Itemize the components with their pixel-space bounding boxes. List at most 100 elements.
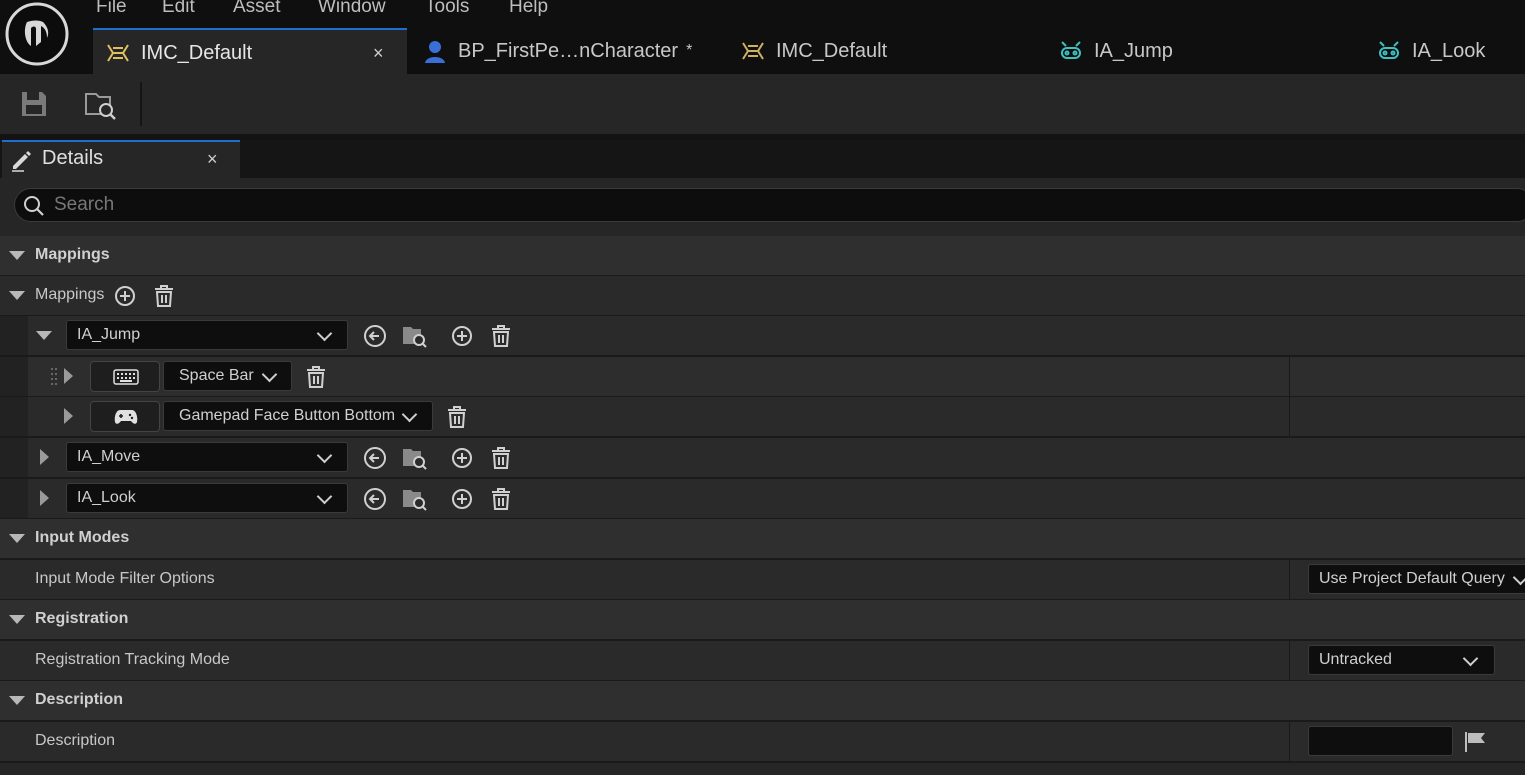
category-label: Mappings: [35, 246, 110, 263]
description-text-field[interactable]: [1308, 726, 1453, 756]
chevron-down-icon: [1512, 569, 1525, 586]
unreal-logo-icon[interactable]: [5, 2, 69, 66]
details-tab[interactable]: Details ×: [2, 140, 240, 180]
use-selected-icon[interactable]: [363, 487, 387, 511]
column-divider[interactable]: [1289, 641, 1290, 680]
expand-arrow-icon[interactable]: [40, 449, 49, 465]
menu-file[interactable]: File: [96, 0, 127, 18]
browse-asset-icon[interactable]: [401, 322, 429, 350]
category-description[interactable]: Description: [0, 681, 1525, 722]
collapse-arrow-icon[interactable]: [9, 251, 25, 260]
column-divider[interactable]: [1289, 357, 1290, 396]
collapse-arrow-icon[interactable]: [9, 696, 25, 705]
property-row-input-mode-filter: Input Mode Filter Options Use Project De…: [0, 560, 1525, 601]
use-selected-icon[interactable]: [363, 446, 387, 470]
keyboard-icon: [113, 369, 139, 385]
delete-icon[interactable]: [490, 447, 512, 469]
input-mapping-context-icon: [740, 38, 766, 64]
drag-handle-icon[interactable]: [50, 367, 58, 387]
key-dropdown[interactable]: Gamepad Face Button Bottom: [163, 401, 433, 431]
add-key-icon[interactable]: [451, 447, 473, 469]
tab-imc-default-active[interactable]: IMC_Default ×: [93, 28, 407, 76]
indent-bar: [0, 357, 28, 396]
search-placeholder: Search: [54, 194, 115, 215]
collapse-arrow-icon[interactable]: [9, 291, 25, 300]
mappings-array-label: Mappings: [35, 286, 105, 303]
property-label: Description: [35, 732, 116, 749]
category-label: Description: [35, 691, 124, 708]
category-registration[interactable]: Registration: [0, 600, 1525, 641]
key-dropdown[interactable]: Space Bar: [163, 361, 292, 391]
expand-arrow-icon[interactable]: [64, 368, 73, 384]
action-value: IA_Move: [77, 448, 141, 465]
column-divider[interactable]: [1289, 722, 1290, 761]
tracking-mode-dropdown[interactable]: Untracked: [1308, 645, 1495, 675]
browse-asset-icon[interactable]: [401, 485, 429, 513]
close-details-icon[interactable]: ×: [207, 149, 218, 170]
collapse-arrow-icon[interactable]: [9, 615, 25, 624]
indent-bar: [0, 316, 28, 355]
mappings-array-row: Mappings: [0, 276, 1525, 317]
browse-asset-icon[interactable]: [401, 444, 429, 472]
category-label: Input Modes: [35, 529, 130, 546]
property-row-description: Description: [0, 722, 1525, 763]
unsaved-indicator: *: [686, 42, 693, 59]
chevron-down-icon: [1462, 650, 1479, 667]
key-row-space-bar: Space Bar: [0, 357, 1525, 398]
key-selector-button[interactable]: [90, 401, 160, 432]
action-dropdown[interactable]: IA_Move: [66, 442, 348, 472]
add-element-icon[interactable]: [114, 285, 136, 307]
tab-ia-jump[interactable]: IA_Jump: [1058, 28, 1358, 74]
chevron-down-icon: [261, 366, 278, 383]
search-input[interactable]: [14, 188, 1525, 222]
action-row-ia-jump: IA_Jump: [0, 316, 1525, 357]
delete-icon[interactable]: [305, 366, 327, 388]
column-divider[interactable]: [1289, 560, 1290, 599]
tab-bp-firstperson[interactable]: BP_FirstPe…nCharacter *: [422, 28, 712, 74]
category-mappings[interactable]: Mappings: [0, 236, 1525, 277]
menu-edit[interactable]: Edit: [162, 0, 195, 18]
menu-help[interactable]: Help: [509, 0, 548, 18]
menu-asset[interactable]: Asset: [233, 0, 281, 18]
key-value: Space Bar: [179, 367, 254, 384]
category-input-modes[interactable]: Input Modes: [0, 519, 1525, 560]
menu-tools[interactable]: Tools: [425, 0, 469, 18]
use-selected-icon[interactable]: [363, 324, 387, 348]
menu-window[interactable]: Window: [318, 0, 386, 18]
gamepad-icon: [114, 409, 138, 425]
delete-icon[interactable]: [446, 406, 468, 428]
key-selector-button[interactable]: [90, 361, 160, 392]
localization-flag-icon[interactable]: [1464, 731, 1488, 753]
tab-label: IMC_Default: [141, 41, 253, 64]
browse-asset-icon[interactable]: [84, 88, 118, 122]
delete-icon[interactable]: [490, 325, 512, 347]
action-row-ia-look: IA_Look: [0, 479, 1525, 520]
action-dropdown[interactable]: IA_Jump: [66, 320, 348, 350]
save-icon[interactable]: [20, 90, 48, 118]
chevron-down-icon: [401, 406, 418, 423]
column-divider[interactable]: [1289, 397, 1290, 436]
expand-arrow-icon[interactable]: [40, 490, 49, 506]
tab-label: IA_Look: [1412, 39, 1486, 62]
input-mode-filter-dropdown[interactable]: Use Project Default Query: [1308, 564, 1525, 594]
add-key-icon[interactable]: [451, 488, 473, 510]
pencil-icon: [10, 148, 34, 172]
blueprint-character-icon: [422, 38, 448, 64]
delete-all-icon[interactable]: [153, 285, 175, 307]
property-label: Input Mode Filter Options: [35, 570, 215, 587]
key-value: Gamepad Face Button Bottom: [179, 407, 396, 424]
delete-icon[interactable]: [490, 488, 512, 510]
tab-ia-look[interactable]: IA_Look: [1376, 28, 1525, 74]
collapse-arrow-icon[interactable]: [36, 331, 52, 340]
expand-arrow-icon[interactable]: [64, 408, 73, 424]
close-tab-icon[interactable]: ×: [373, 43, 384, 64]
add-key-icon[interactable]: [451, 325, 473, 347]
dropdown-value: Use Project Default Query: [1319, 570, 1505, 587]
indent-bar: [0, 438, 28, 477]
tab-imc-default[interactable]: IMC_Default: [740, 28, 1040, 74]
action-dropdown[interactable]: IA_Look: [66, 483, 348, 513]
collapse-arrow-icon[interactable]: [9, 534, 25, 543]
property-label: Registration Tracking Mode: [35, 651, 230, 668]
chevron-down-icon: [316, 325, 333, 342]
tab-strip: [240, 140, 1525, 178]
